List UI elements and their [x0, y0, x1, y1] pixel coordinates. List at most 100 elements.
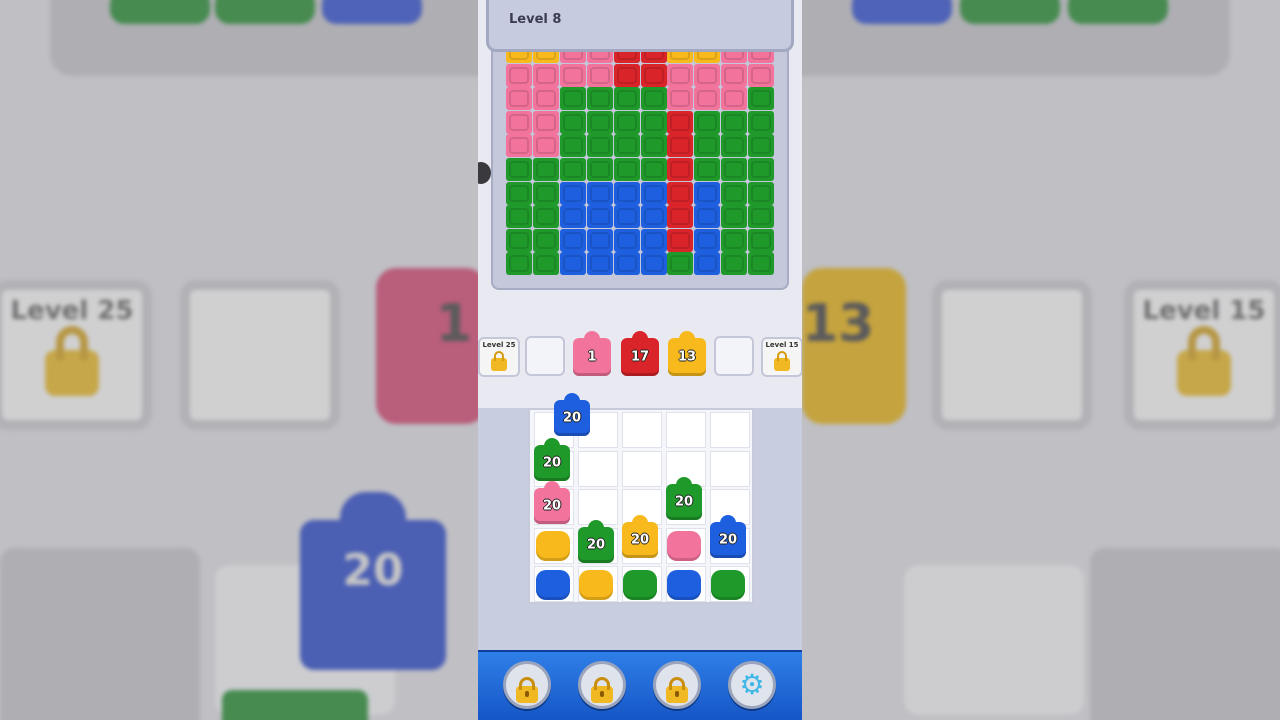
- lock-icon: [666, 677, 688, 703]
- grid-piece-green[interactable]: 20: [578, 527, 614, 563]
- brick-green: [559, 134, 586, 158]
- bottom-toolbar: ⚙: [478, 650, 802, 720]
- brick-green: [613, 87, 640, 111]
- bg-yellow-piece: 13: [802, 268, 906, 424]
- tray-piece-pink[interactable]: 1: [573, 338, 611, 376]
- grid-cell[interactable]: [578, 450, 618, 487]
- side-handle[interactable]: [478, 162, 491, 184]
- piece-count: 20: [674, 494, 694, 510]
- grid-piece-blue[interactable]: 20: [710, 522, 746, 558]
- brick-pink: [532, 110, 559, 134]
- bg-green-block: [215, 0, 315, 24]
- empty-slot[interactable]: [714, 336, 754, 376]
- brick-red: [667, 205, 694, 229]
- grid-piece-yellow[interactable]: 20: [622, 522, 658, 558]
- brick-green: [532, 158, 559, 181]
- bg-cell: [904, 565, 1084, 715]
- brick-blue: [613, 252, 640, 276]
- brick-green: [532, 205, 559, 229]
- block-yellow[interactable]: [579, 570, 613, 600]
- piece-count: 20: [562, 410, 582, 426]
- locked-slot-label: Level 15: [765, 341, 799, 349]
- block-yellow[interactable]: [536, 531, 570, 561]
- brick-green: [586, 87, 613, 111]
- bg-lower-panel: [0, 548, 200, 720]
- tray-piece-red[interactable]: 17: [621, 338, 659, 376]
- brick-blue: [586, 181, 613, 205]
- brick-blue: [640, 181, 667, 205]
- grid-piece-pink[interactable]: 20: [534, 488, 570, 524]
- grid-piece-green[interactable]: 20: [534, 445, 570, 481]
- bg-blue-count: 20: [342, 545, 404, 596]
- block-blue[interactable]: [667, 570, 701, 600]
- locked-booster-button[interactable]: [653, 661, 701, 709]
- locked-slot-left[interactable]: Level 25: [478, 337, 520, 377]
- piece-count: 17: [630, 349, 650, 365]
- block-blue[interactable]: [536, 570, 570, 600]
- brick-green: [532, 228, 559, 252]
- brick-green: [721, 181, 748, 205]
- brick-blue: [586, 228, 613, 252]
- brick-green: [613, 110, 640, 134]
- brick-pink: [506, 87, 532, 111]
- game-screen: Level 8 Level 25 1 17 13 Level 15 20 20 …: [478, 0, 802, 720]
- bg-empty-slot: [932, 280, 1092, 430]
- brick-pink: [694, 63, 721, 87]
- brick-pink: [532, 63, 559, 87]
- brick-green: [694, 110, 721, 134]
- grid-cell[interactable]: [666, 412, 706, 448]
- locked-slot-label: Level 25: [482, 341, 516, 349]
- tray-piece-yellow[interactable]: 13: [668, 338, 706, 376]
- brick-green: [748, 228, 775, 252]
- locked-slot-right[interactable]: Level 15: [761, 337, 802, 377]
- gear-icon: ⚙: [739, 668, 765, 701]
- locked-booster-button[interactable]: [503, 661, 551, 709]
- bg-green-block: [110, 0, 210, 24]
- bg-lower-panel: [1090, 548, 1280, 720]
- grid-cell[interactable]: [622, 450, 662, 487]
- bg-pink-count: 1: [435, 294, 472, 354]
- brick-pink: [532, 134, 559, 158]
- brick-pink: [667, 87, 694, 111]
- brick-green: [748, 181, 775, 205]
- bg-green-piece: [222, 690, 368, 720]
- grid-cell[interactable]: [710, 450, 750, 487]
- bg-locked-slot-left: Level 25: [0, 280, 152, 430]
- brick-blue: [640, 205, 667, 229]
- brick-blue: [586, 252, 613, 276]
- level-header: Level 8: [486, 0, 794, 52]
- block-green[interactable]: [711, 570, 745, 600]
- piece-count: 20: [542, 455, 562, 471]
- brick-green: [721, 134, 748, 158]
- brick-green: [667, 252, 694, 276]
- brick-green: [640, 87, 667, 111]
- grid-cell[interactable]: [622, 412, 662, 448]
- lock-icon: [45, 326, 99, 396]
- brick-pink: [586, 63, 613, 87]
- empty-slot[interactable]: [525, 336, 565, 376]
- brick-green: [506, 252, 532, 276]
- lock-icon: [1177, 326, 1231, 396]
- brick-red: [667, 228, 694, 252]
- grid-piece-green[interactable]: 20: [666, 484, 702, 520]
- grid-cell[interactable]: [710, 412, 750, 448]
- brick-pink: [694, 87, 721, 111]
- brick-green: [748, 134, 775, 158]
- block-pink[interactable]: [667, 531, 701, 561]
- locked-booster-button[interactable]: [578, 661, 626, 709]
- brick-green: [640, 158, 667, 181]
- bg-green-block: [960, 0, 1060, 24]
- brick-green: [559, 158, 586, 181]
- grid-piece-blue[interactable]: 20: [554, 400, 590, 436]
- brick-red: [667, 110, 694, 134]
- brick-green: [586, 134, 613, 158]
- bg-pink-piece: 1: [376, 268, 486, 424]
- brick-blue: [559, 181, 586, 205]
- settings-button[interactable]: ⚙: [728, 661, 776, 709]
- brick-pink: [559, 63, 586, 87]
- bg-blue-block: [852, 0, 952, 24]
- brick-green: [613, 158, 640, 181]
- bg-blue-block: [322, 0, 422, 24]
- brick-pink: [506, 63, 532, 87]
- block-green[interactable]: [623, 570, 657, 600]
